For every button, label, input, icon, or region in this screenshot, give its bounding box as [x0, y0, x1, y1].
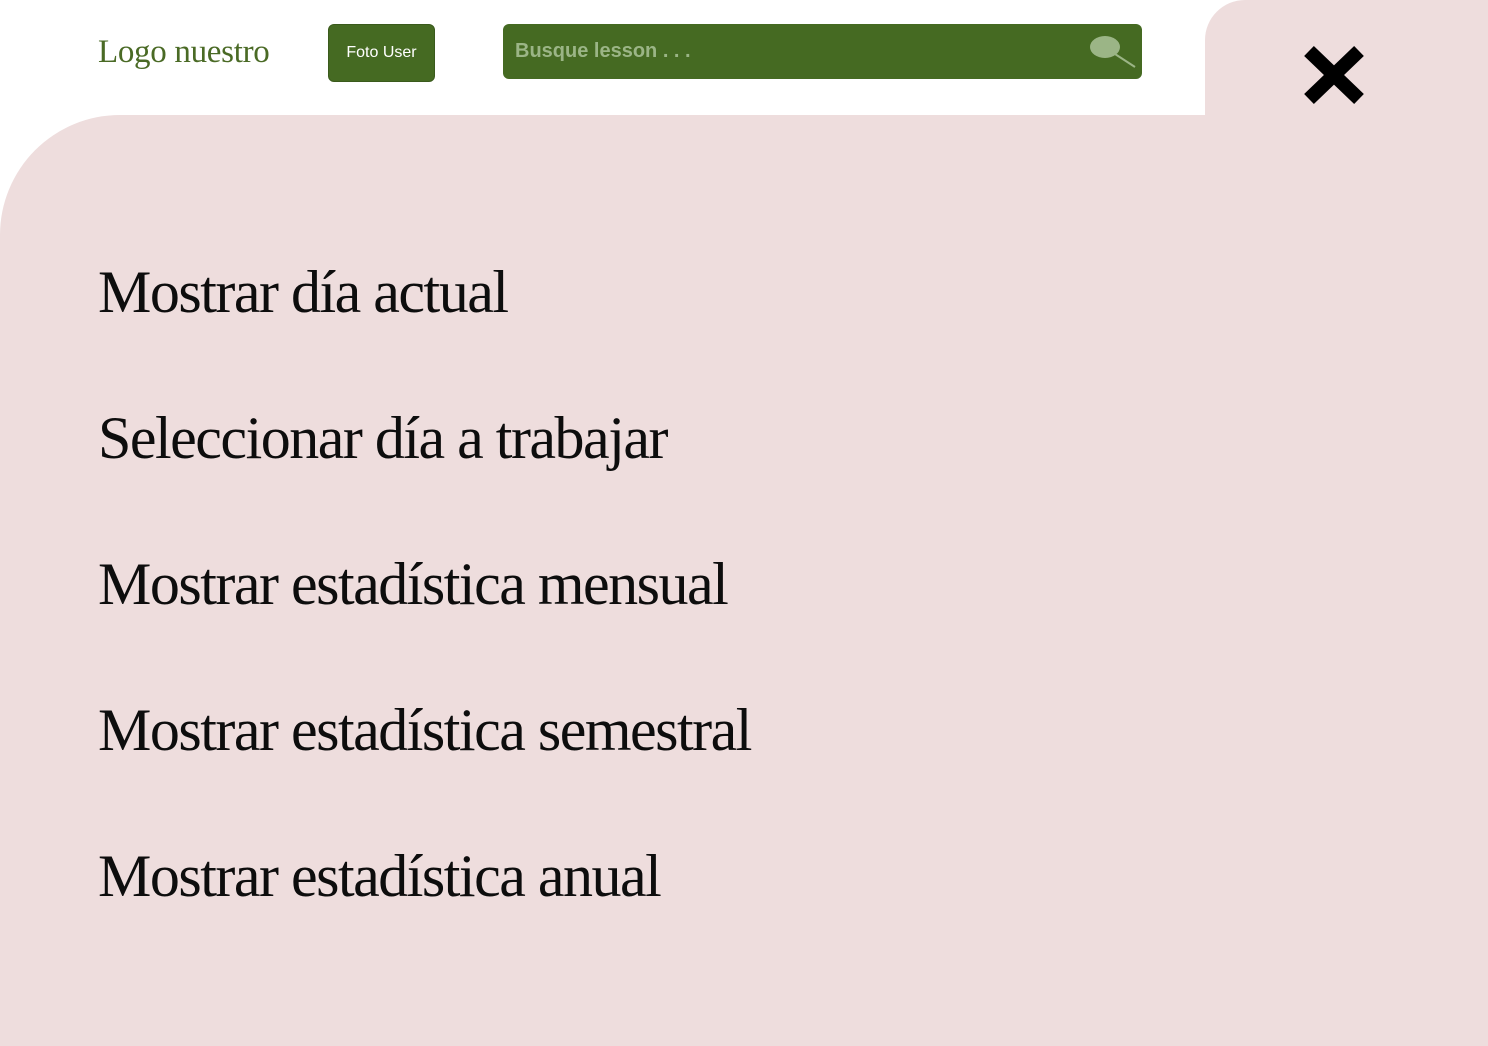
menu-item-annual-stats[interactable]: Mostrar estadística anual: [98, 846, 662, 906]
menu-item-show-today[interactable]: Mostrar día actual: [98, 262, 509, 322]
main-menu: Mostrar día actual Seleccionar día a tra…: [98, 0, 1198, 1046]
menu-item-select-workday[interactable]: Seleccionar día a trabajar: [98, 408, 668, 468]
menu-item-monthly-stats[interactable]: Mostrar estadística mensual: [98, 554, 729, 614]
menu-item-semester-stats[interactable]: Mostrar estadística semestral: [98, 700, 752, 760]
close-icon[interactable]: [1298, 40, 1370, 110]
